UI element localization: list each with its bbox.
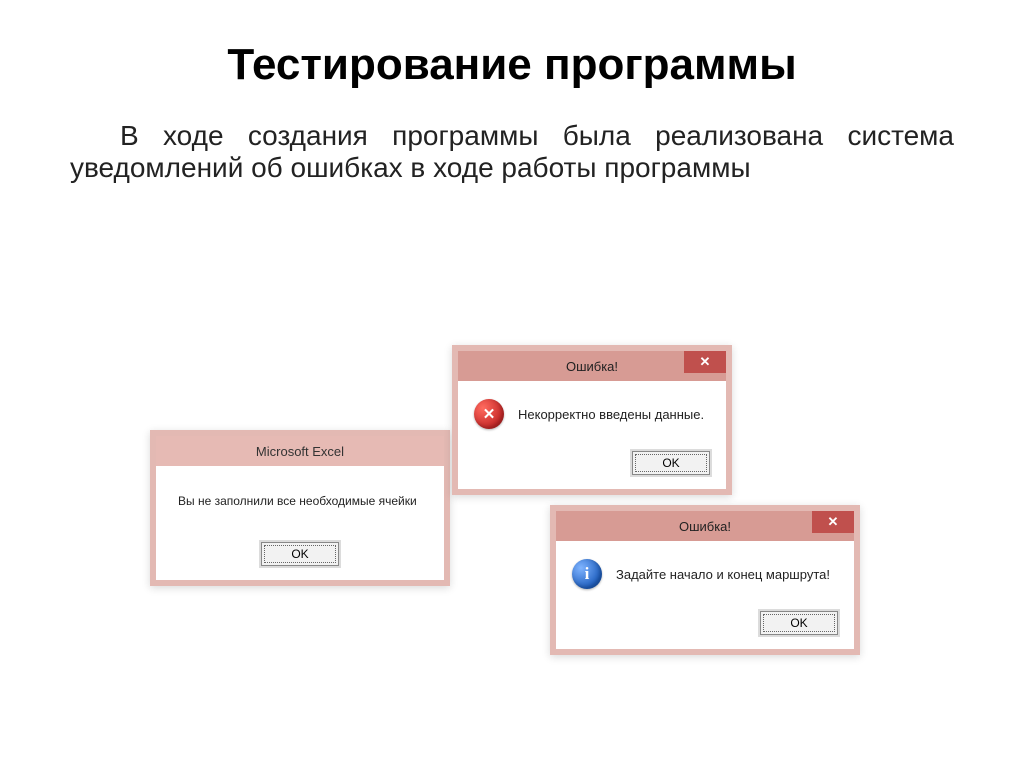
close-button[interactable]: ✕ bbox=[684, 351, 726, 373]
close-icon: ✕ bbox=[700, 354, 711, 370]
dialog-excel: Microsoft Excel Вы не заполнили все необ… bbox=[150, 430, 450, 586]
titlebar-excel: Microsoft Excel bbox=[156, 436, 444, 466]
error-icon bbox=[474, 399, 504, 429]
titlebar-error: Ошибка! ✕ bbox=[458, 351, 726, 381]
close-button[interactable]: ✕ bbox=[812, 511, 854, 533]
ok-button[interactable]: OK bbox=[632, 451, 710, 475]
titlebar-title: Ошибка! bbox=[679, 519, 731, 534]
slide-body: В ходе создания программы была реализова… bbox=[0, 120, 1024, 184]
ok-button[interactable]: OK bbox=[261, 542, 339, 566]
dialog-content: Некорректно введены данные. OK bbox=[458, 381, 726, 489]
message-row: Задайте начало и конец маршрута! bbox=[572, 559, 838, 589]
message-row: Некорректно введены данные. bbox=[474, 399, 710, 429]
close-icon: ✕ bbox=[828, 514, 839, 530]
button-row: OK bbox=[572, 611, 838, 635]
button-row: OK bbox=[172, 542, 428, 566]
titlebar-error: Ошибка! ✕ bbox=[556, 511, 854, 541]
button-row: OK bbox=[474, 451, 710, 475]
dialog-content: Вы не заполнили все необходимые ячейки O… bbox=[156, 466, 444, 580]
dialog-message: Некорректно введены данные. bbox=[518, 407, 704, 422]
titlebar-title: Microsoft Excel bbox=[256, 444, 344, 459]
slide-title: Тестирование программы bbox=[0, 0, 1024, 120]
dialog-content: Задайте начало и конец маршрута! OK bbox=[556, 541, 854, 649]
info-icon bbox=[572, 559, 602, 589]
dialog-message: Вы не заполнили все необходимые ячейки bbox=[172, 494, 428, 508]
ok-button[interactable]: OK bbox=[760, 611, 838, 635]
titlebar-title: Ошибка! bbox=[566, 359, 618, 374]
dialog-error-route: Ошибка! ✕ Задайте начало и конец маршрут… bbox=[550, 505, 860, 655]
dialog-error-data: Ошибка! ✕ Некорректно введены данные. OK bbox=[452, 345, 732, 495]
dialog-message: Задайте начало и конец маршрута! bbox=[616, 567, 830, 582]
